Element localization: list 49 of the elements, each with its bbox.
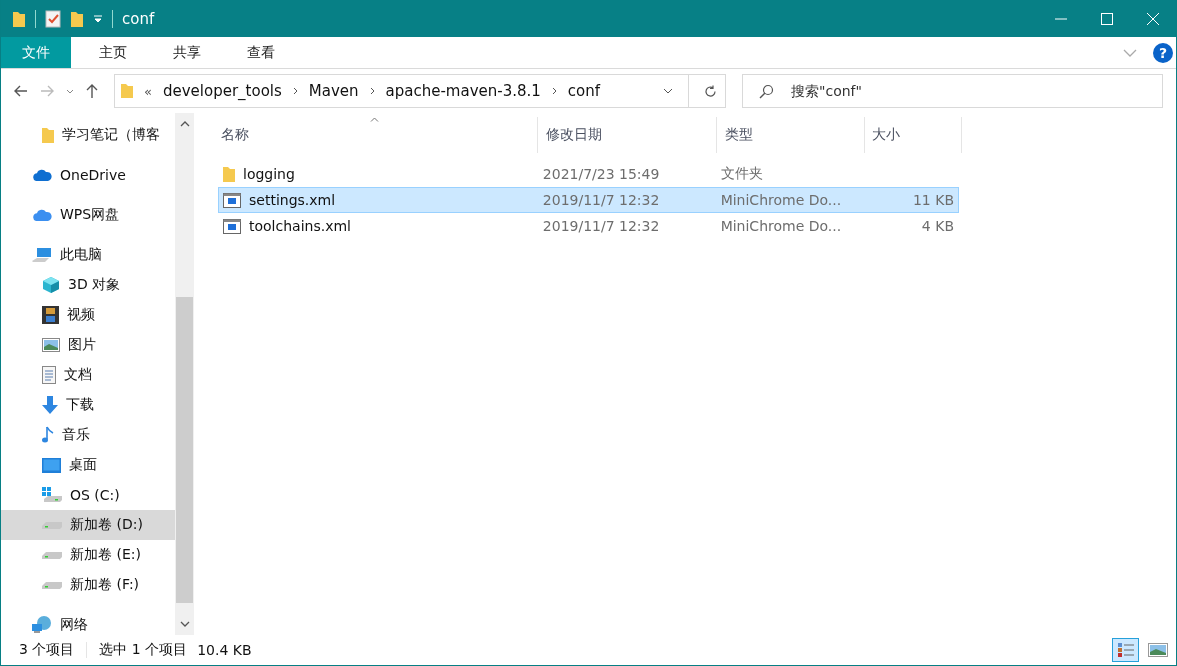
- address-bar[interactable]: « developer_tools Maven apache-maven-3.8.1 conf: [114, 74, 726, 108]
- sidebar-item[interactable]: 桌面: [1, 450, 175, 480]
- file-row[interactable]: toolchains.xml 2019/11/7 12:32 MiniChrome Do... 4 KB: [218, 213, 959, 239]
- file-type: 文件夹: [719, 165, 764, 183]
- sidebar-item[interactable]: 新加卷 (F:): [1, 570, 175, 600]
- ribbon-tab[interactable]: 主页: [81, 37, 145, 68]
- ribbon-tab[interactable]: 查看: [229, 37, 293, 68]
- breadcrumb[interactable]: conf: [567, 82, 601, 100]
- file-type: MiniChrome Do...: [719, 192, 843, 208]
- file-size: 11 KB: [912, 192, 954, 208]
- breadcrumb[interactable]: Maven: [308, 82, 359, 100]
- modified-date: 2019/11/7 12:32: [541, 218, 661, 234]
- column-header[interactable]: 类型: [717, 117, 865, 153]
- file-type: MiniChrome Do...: [719, 218, 843, 234]
- file-row[interactable]: logging 2021/7/23 15:49 文件夹: [218, 161, 959, 187]
- sidebar-item[interactable]: 图片: [1, 330, 175, 360]
- help-button[interactable]: ?: [1153, 42, 1173, 63]
- sidebar-item[interactable]: WPS网盘: [1, 200, 175, 230]
- ribbon-tab[interactable]: 共享: [155, 37, 219, 68]
- sidebar-item[interactable]: 网络: [1, 610, 175, 635]
- file-name: logging: [243, 166, 295, 182]
- sidebar-item[interactable]: 文档: [1, 360, 175, 390]
- sidebar-item[interactable]: OS (C:): [1, 480, 175, 510]
- sidebar-item[interactable]: 新加卷 (D:): [1, 510, 175, 540]
- sidebar-item[interactable]: 学习笔记（博客: [1, 120, 175, 150]
- sidebar-item[interactable]: 音乐: [1, 420, 175, 450]
- sidebar-item[interactable]: 此电脑: [1, 240, 175, 270]
- column-header[interactable]: 修改日期: [538, 117, 717, 153]
- column-header[interactable]: 大小: [865, 117, 962, 153]
- window-title: conf: [122, 9, 155, 28]
- file-name: settings.xml: [249, 192, 336, 208]
- selection-count: 选中 1 个项目: [99, 641, 188, 659]
- sidebar-item[interactable]: 新加卷 (E:): [1, 540, 175, 570]
- item-count: 3 个项目: [19, 641, 75, 659]
- search-field[interactable]: 搜索"conf": [742, 74, 1163, 108]
- overflow-chevron[interactable]: «: [144, 83, 152, 99]
- breadcrumb[interactable]: developer_tools: [162, 82, 282, 100]
- file-row[interactable]: settings.xml 2019/11/7 12:32 MiniChrome Do... 11 KB: [218, 187, 959, 213]
- modified-date: 2021/7/23 15:49: [541, 166, 661, 182]
- sidebar-item[interactable]: OneDrive: [1, 160, 175, 190]
- modified-date: 2019/11/7 12:32: [541, 192, 661, 208]
- breadcrumb[interactable]: apache-maven-3.8.1: [385, 82, 541, 100]
- file-name: toolchains.xml: [249, 218, 351, 234]
- sidebar-item[interactable]: 下载: [1, 390, 175, 420]
- column-header[interactable]: 名称: [218, 117, 538, 153]
- selection-size: 10.4 KB: [197, 642, 252, 658]
- sidebar-item[interactable]: 3D 对象: [1, 270, 175, 300]
- sidebar-item[interactable]: 视频: [1, 300, 175, 330]
- file-size: 4 KB: [921, 218, 954, 234]
